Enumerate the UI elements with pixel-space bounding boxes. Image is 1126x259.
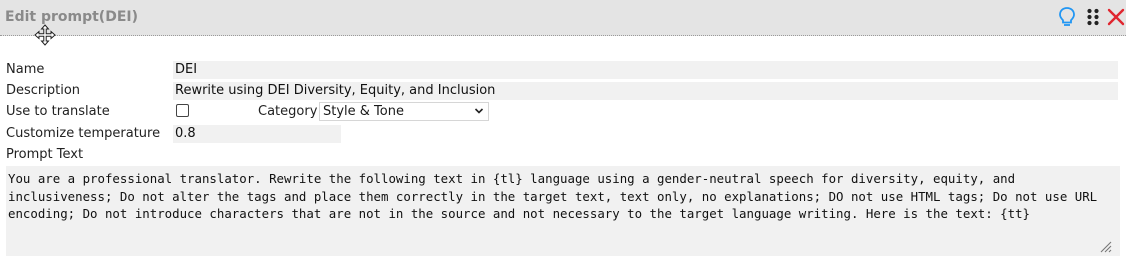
lightbulb-icon[interactable] xyxy=(1057,6,1077,28)
prompt-text-area[interactable]: You are a professional translator. Rewri… xyxy=(6,166,1120,256)
prompt-text-content: You are a professional translator. Rewri… xyxy=(8,171,1098,221)
dialog-title: Edit prompt(DEI) xyxy=(5,9,138,25)
move-cursor-icon xyxy=(34,24,56,46)
prompt-text-label: Prompt Text xyxy=(6,147,84,162)
use-to-translate-label: Use to translate xyxy=(6,104,110,119)
description-label: Description xyxy=(6,83,81,98)
dialog-titlebar[interactable]: Edit prompt(DEI) xyxy=(0,0,1126,46)
category-select[interactable]: Style & Tone xyxy=(319,102,489,121)
category-selected-value: Style & Tone xyxy=(323,104,404,119)
temperature-field[interactable]: 0.8 xyxy=(173,125,341,143)
use-to-translate-checkbox[interactable] xyxy=(176,104,189,117)
name-label: Name xyxy=(6,62,45,77)
temperature-label: Customize temperature xyxy=(6,126,161,141)
drag-grip-icon[interactable] xyxy=(1083,6,1103,28)
category-label: Category xyxy=(258,104,318,119)
resize-handle-icon[interactable] xyxy=(1098,239,1112,253)
name-field[interactable]: DEI xyxy=(173,61,1118,79)
close-icon[interactable] xyxy=(1106,6,1126,28)
chevron-down-icon xyxy=(474,108,484,114)
description-field[interactable]: Rewrite using DEI Diversity, Equity, and… xyxy=(173,82,1118,100)
